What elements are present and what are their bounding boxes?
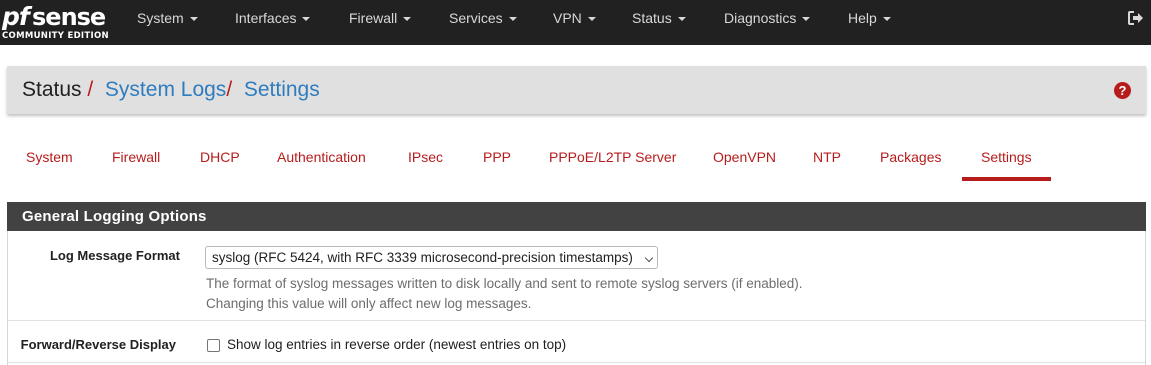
pfsense-logo[interactable]: pf sense COMMUNITY EDITION (2, 2, 110, 42)
logo-pf-text: pf (2, 2, 30, 31)
tab-ppp[interactable]: PPP (483, 146, 511, 168)
nav-help-label: Help (848, 10, 877, 26)
chevron-down-icon (802, 17, 811, 21)
log-format-select[interactable]: syslog (RFC 5424, with RFC 3339 microsec… (205, 246, 658, 269)
tab-pppoe-l2tp-server[interactable]: PPPoE/L2TP Server (549, 146, 676, 168)
sign-out-icon[interactable] (1127, 10, 1145, 26)
tab-firewall[interactable]: Firewall (112, 146, 160, 168)
reverse-order-checkbox-label[interactable]: Show log entries in reverse order (newes… (227, 336, 566, 354)
tab-authentication[interactable]: Authentication (277, 146, 366, 168)
nav-interfaces-menu[interactable]: Interfaces (235, 0, 311, 37)
panel-title: General Logging Options (7, 202, 1146, 231)
reverse-display-label: Forward/Reverse Display (20, 337, 176, 352)
nav-services-menu[interactable]: Services (449, 0, 517, 37)
log-format-label: Log Message Format (49, 248, 180, 263)
nav-firewall-label: Firewall (349, 10, 398, 26)
chevron-down-icon (587, 17, 596, 21)
question-circle-icon[interactable]: ? (1114, 82, 1131, 99)
tab-ipsec[interactable]: IPsec (408, 146, 443, 168)
nav-vpn-label: VPN (553, 10, 582, 26)
log-format-help-line1: The format of syslog messages written to… (206, 276, 803, 291)
nav-system-label: System (137, 10, 184, 26)
nav-system-menu[interactable]: System (137, 0, 198, 37)
nav-diagnostics-menu[interactable]: Diagnostics (724, 0, 811, 37)
tab-ntp[interactable]: NTP (813, 146, 841, 168)
chevron-down-icon (677, 17, 686, 21)
chevron-down-icon (882, 17, 891, 21)
reverse-order-checkbox[interactable] (207, 339, 220, 352)
logo-sense-text: sense (32, 3, 106, 31)
tab-settings[interactable]: Settings (981, 146, 1032, 168)
row-divider (8, 320, 1145, 321)
breadcrumb-root: Status (22, 78, 82, 101)
nav-diagnostics-label: Diagnostics (724, 10, 797, 26)
breadcrumb: Status / System Logs/ Settings (22, 66, 320, 114)
logo-edition-text: COMMUNITY EDITION (2, 31, 109, 41)
chevron-down-icon (644, 253, 654, 263)
chevron-down-icon (508, 17, 517, 21)
nav-status-menu[interactable]: Status (632, 0, 686, 37)
tab-openvpn[interactable]: OpenVPN (713, 146, 776, 168)
active-tab-indicator (962, 177, 1051, 181)
chevron-down-icon (302, 17, 311, 21)
breadcrumb-separator: / (226, 78, 233, 101)
nav-firewall-menu[interactable]: Firewall (349, 0, 412, 37)
nav-status-label: Status (632, 10, 672, 26)
log-format-selected-value: syslog (RFC 5424, with RFC 3339 microsec… (212, 250, 633, 265)
tab-system[interactable]: System (26, 146, 73, 168)
breadcrumb-system-logs-link[interactable]: System Logs (105, 78, 226, 101)
log-format-help-line2: Changing this value will only affect new… (206, 296, 532, 311)
top-navbar: pf sense COMMUNITY EDITION System Interf… (0, 0, 1151, 45)
nav-help-menu[interactable]: Help (848, 0, 891, 37)
nav-services-label: Services (449, 10, 503, 26)
nav-interfaces-label: Interfaces (235, 10, 297, 26)
tab-packages[interactable]: Packages (880, 146, 941, 168)
chevron-down-icon (403, 17, 412, 21)
breadcrumb-settings-link[interactable]: Settings (244, 78, 320, 101)
chevron-down-icon (189, 17, 198, 21)
row-divider (8, 362, 1145, 363)
breadcrumb-bar: Status / System Logs/ Settings ? (7, 66, 1146, 114)
nav-vpn-menu[interactable]: VPN (553, 0, 596, 37)
breadcrumb-separator: / (87, 78, 94, 101)
tab-dhcp[interactable]: DHCP (200, 146, 240, 168)
